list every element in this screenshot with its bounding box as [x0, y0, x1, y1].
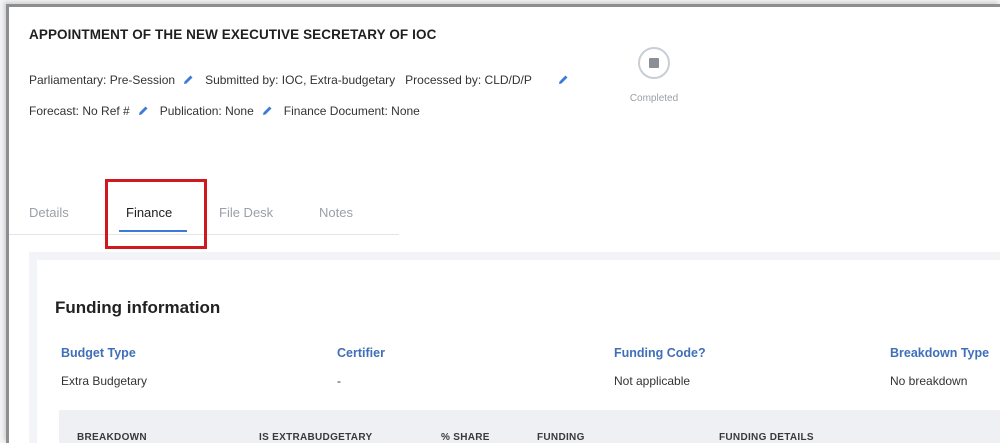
tab-file-desk[interactable]: File Desk: [219, 205, 273, 220]
breakdown-type-field: Breakdown Type No breakdown: [890, 346, 989, 388]
field-label: Funding Code?: [614, 346, 706, 360]
budget-type-field: Budget Type Extra Budgetary: [61, 346, 147, 388]
field-label: Certifier: [337, 346, 385, 360]
column-header-funding[interactable]: FUNDING: [537, 432, 585, 443]
parliamentary-field: Parliamentary: Pre-Session: [29, 73, 195, 87]
column-header-funding-details[interactable]: FUNDING DETAILS: [719, 432, 814, 443]
meta-row-1: Parliamentary: Pre-Session Submitted by:…: [29, 73, 580, 87]
submitted-by-text: Submitted by: IOC, Extra-budgetary: [205, 73, 396, 87]
processed-by-text: Processed by: CLD/D/P: [405, 73, 532, 87]
page-title: APPOINTMENT OF THE NEW EXECUTIVE SECRETA…: [29, 27, 437, 42]
tab-content: Funding information Budget Type Extra Bu…: [29, 252, 1000, 443]
field-value: No breakdown: [890, 374, 968, 388]
column-header-share[interactable]: % SHARE: [441, 432, 490, 443]
edit-pencil-icon[interactable]: [136, 104, 150, 118]
processed-by-field: Processed by: CLD/D/P: [405, 73, 570, 87]
finance-tab-highlight-box: [105, 179, 207, 249]
meta-row-2: Forecast: No Ref # Publication: None Fin…: [29, 104, 430, 118]
field-value: Extra Budgetary: [61, 374, 148, 388]
column-header-breakdown[interactable]: BREAKDOWN: [77, 432, 147, 443]
forecast-field: Forecast: No Ref #: [29, 104, 150, 118]
stop-square-icon[interactable]: [638, 47, 670, 79]
edit-pencil-icon[interactable]: [556, 73, 570, 87]
publication-field: Publication: None: [160, 104, 274, 118]
funding-card: Funding information Budget Type Extra Bu…: [37, 260, 1000, 443]
funding-table-header: BREAKDOWN IS EXTRABUDGETARY % SHARE FUND…: [59, 410, 1000, 443]
finance-document-field: Finance Document: None: [284, 104, 420, 118]
tab-notes[interactable]: Notes: [319, 205, 353, 220]
edit-pencil-icon[interactable]: [260, 104, 274, 118]
column-header-is-extrabudgetary[interactable]: IS EXTRABUDGETARY: [259, 432, 372, 443]
funding-code-field: Funding Code? Not applicable: [614, 346, 706, 388]
publication-text: Publication: None: [159, 104, 254, 118]
certifier-field: Certifier -: [337, 346, 385, 388]
status-square: [649, 58, 659, 68]
app-window: APPOINTMENT OF THE NEW EXECUTIVE SECRETA…: [6, 4, 1000, 443]
parliamentary-text: Parliamentary: Pre-Session: [29, 73, 176, 87]
workflow-status[interactable]: Completed: [624, 47, 684, 117]
tab-details[interactable]: Details: [29, 205, 69, 220]
field-label: Breakdown Type: [890, 346, 990, 360]
edit-pencil-icon[interactable]: [181, 73, 195, 87]
submitted-by-field: Submitted by: IOC, Extra-budgetary: [205, 73, 395, 87]
field-value: -: [337, 374, 341, 388]
forecast-text: Forecast: No Ref #: [29, 104, 130, 118]
section-title: Funding information: [55, 298, 221, 317]
finance-document-text: Finance Document: None: [283, 104, 420, 118]
status-label: Completed: [629, 93, 679, 104]
record-header: APPOINTMENT OF THE NEW EXECUTIVE SECRETA…: [9, 7, 1000, 167]
field-value: Not applicable: [614, 374, 691, 388]
field-label: Budget Type: [61, 346, 136, 360]
